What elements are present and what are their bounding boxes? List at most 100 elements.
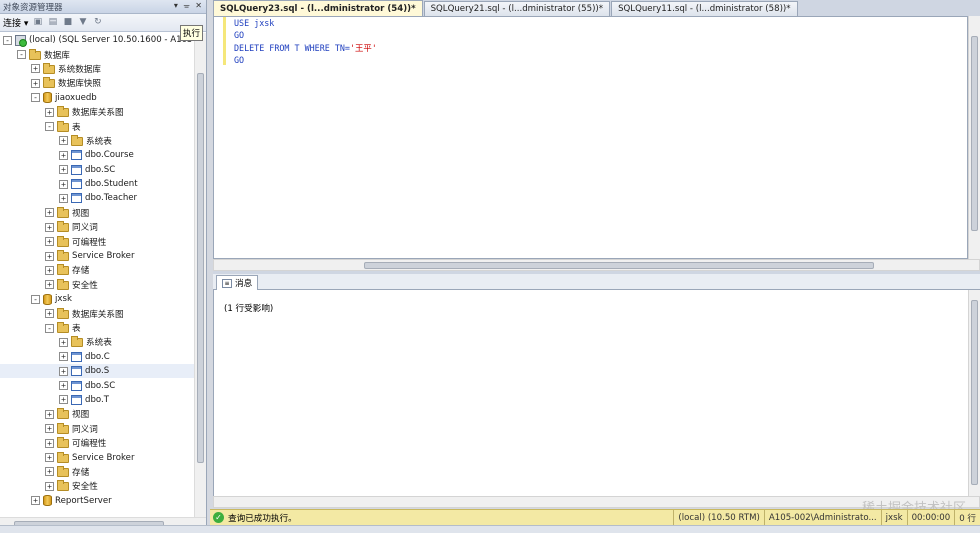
tree-node[interactable]: + 视图 <box>0 407 194 421</box>
tab-query-3[interactable]: SQLQuery11.sql - (l...dministrator (58))… <box>611 1 798 16</box>
tree-node[interactable]: + 同义词 <box>0 220 194 234</box>
tree-node[interactable]: - (local) (SQL Server 10.50.1600 - A105-0… <box>0 33 194 47</box>
expand-icon[interactable]: + <box>45 438 54 448</box>
folder-icon <box>57 322 69 333</box>
tree-node[interactable]: + 系统表 <box>0 134 194 148</box>
query-editor[interactable]: USE jxsk GO DELETE FROM T WHERE TN='王平' GO <box>213 16 968 259</box>
tree-node[interactable]: + 安全性 <box>0 278 194 292</box>
tree-node[interactable]: + 同义词 <box>0 422 194 436</box>
object-explorer-vertical-scrollbar[interactable] <box>194 33 206 517</box>
tab-messages[interactable]: ≡ 消息 <box>216 275 259 290</box>
folder-icon <box>43 77 55 89</box>
tree-node[interactable]: + Service Broker <box>0 450 194 464</box>
tree-node[interactable]: + dbo.C <box>0 350 194 364</box>
expand-icon[interactable]: + <box>45 251 54 261</box>
connect-button[interactable]: 连接 ▾ <box>3 16 28 29</box>
bottom-strip <box>0 525 980 533</box>
expand-icon[interactable]: + <box>31 64 40 74</box>
tree-node[interactable]: + 可编程性 <box>0 436 194 450</box>
tree-node[interactable]: + 可编程性 <box>0 234 194 248</box>
tree-node[interactable]: + 数据库关系图 <box>0 105 194 119</box>
expand-icon[interactable]: + <box>45 237 54 247</box>
table-icon <box>71 351 82 362</box>
tree-node[interactable]: + 视图 <box>0 206 194 220</box>
tree-node-label: dbo.SC <box>85 164 116 175</box>
tree-node[interactable]: + dbo.SC <box>0 378 194 392</box>
tree-node[interactable]: + 安全性 <box>0 479 194 493</box>
tree-node[interactable]: + dbo.S <box>0 363 194 379</box>
dropdown-icon[interactable]: ▾ <box>174 1 178 10</box>
expand-icon[interactable]: + <box>59 352 68 362</box>
tree-node[interactable]: + 数据库快照 <box>0 76 194 90</box>
expand-icon[interactable]: + <box>45 453 54 463</box>
expand-icon[interactable]: + <box>45 107 54 117</box>
folder-icon <box>57 422 69 434</box>
connect-dropdown-icon[interactable]: ▾ <box>21 19 29 29</box>
expand-icon[interactable]: + <box>31 78 40 88</box>
stop-icon[interactable]: ■ <box>62 17 73 28</box>
tree-node-label: 系统表 <box>86 136 112 147</box>
tree-node[interactable]: - 数据库 <box>0 47 194 61</box>
collapse-icon[interactable]: - <box>45 323 54 333</box>
expand-icon[interactable]: + <box>31 496 40 506</box>
tree-node[interactable]: - jxsk <box>0 292 194 306</box>
expand-icon[interactable]: + <box>59 179 68 189</box>
refresh-icon[interactable]: ↻ <box>92 17 103 28</box>
expand-icon[interactable]: + <box>45 409 54 419</box>
expand-icon[interactable]: + <box>59 193 68 203</box>
result-message: (1 行受影响) <box>224 304 274 314</box>
tree-node[interactable]: -表 <box>0 119 194 133</box>
tree-node[interactable]: + ReportServer <box>0 494 194 508</box>
tree-node[interactable]: + dbo.T <box>0 393 194 407</box>
code-area[interactable]: USE jxsk GO DELETE FROM T WHERE TN='王平' GO <box>234 17 377 66</box>
editor-horizontal-scrollbar[interactable] <box>213 259 980 271</box>
expand-icon[interactable]: + <box>59 337 68 347</box>
expand-icon[interactable]: + <box>45 467 54 477</box>
expand-icon[interactable]: + <box>59 395 68 405</box>
results-tabs: ≡ 消息 <box>213 274 980 290</box>
expand-icon[interactable]: + <box>59 165 68 175</box>
expand-icon[interactable]: + <box>59 381 68 391</box>
db-icon <box>43 495 52 507</box>
expand-icon[interactable]: + <box>59 150 68 160</box>
tree-node[interactable]: + dbo.Teacher <box>0 191 194 205</box>
expand-icon[interactable]: + <box>45 280 54 290</box>
collapse-icon[interactable]: - <box>31 93 40 103</box>
tree-node-label: dbo.Course <box>85 150 134 161</box>
expand-icon[interactable]: + <box>45 265 54 275</box>
folder-icon <box>57 235 69 247</box>
collapse-icon[interactable]: - <box>3 35 12 45</box>
tree-node[interactable]: + Service Broker <box>0 249 194 263</box>
results-vertical-scrollbar[interactable] <box>968 290 980 496</box>
filter-icon[interactable]: ▼ <box>77 17 88 28</box>
tree-node[interactable]: + 存储 <box>0 263 194 277</box>
tab-query-1[interactable]: SQLQuery23.sql - (l...dministrator (54))… <box>213 0 423 16</box>
expand-icon[interactable]: + <box>59 366 68 376</box>
tree-node-label: Service Broker <box>72 251 135 262</box>
close-icon[interactable]: ✕ <box>195 1 202 10</box>
expand-icon[interactable]: + <box>45 481 54 491</box>
collapse-icon[interactable]: - <box>17 50 26 60</box>
collapse-icon[interactable]: - <box>45 122 54 132</box>
messages-pane[interactable]: (1 行受影响) <box>213 290 968 496</box>
expand-icon[interactable]: + <box>45 222 54 232</box>
expand-icon[interactable]: + <box>45 424 54 434</box>
tree-node[interactable]: + dbo.SC <box>0 163 194 177</box>
tree-node[interactable]: + 数据库关系图 <box>0 306 194 320</box>
tree-node[interactable]: + dbo.Course <box>0 148 194 162</box>
editor-vertical-scrollbar[interactable] <box>968 16 980 259</box>
tree-node[interactable]: + 存储 <box>0 465 194 479</box>
expand-icon[interactable]: + <box>45 309 54 319</box>
tab-query-2[interactable]: SQLQuery21.sql - (l...dministrator (55))… <box>423 1 611 16</box>
tree-node[interactable]: -表 <box>0 321 194 335</box>
tree-node[interactable]: + 系统表 <box>0 335 194 349</box>
expand-icon[interactable]: + <box>59 136 68 146</box>
tree-node[interactable]: - jiaoxuedb <box>0 91 194 105</box>
disconnect-icon[interactable]: ▤ <box>47 17 58 28</box>
connect-db-icon[interactable]: ▣ <box>32 17 43 28</box>
tree-node[interactable]: + 系统数据库 <box>0 62 194 76</box>
pin-icon[interactable]: ᚚ <box>184 1 189 10</box>
collapse-icon[interactable]: - <box>31 294 40 304</box>
tree-node[interactable]: + dbo.Student <box>0 177 194 191</box>
expand-icon[interactable]: + <box>45 208 54 218</box>
